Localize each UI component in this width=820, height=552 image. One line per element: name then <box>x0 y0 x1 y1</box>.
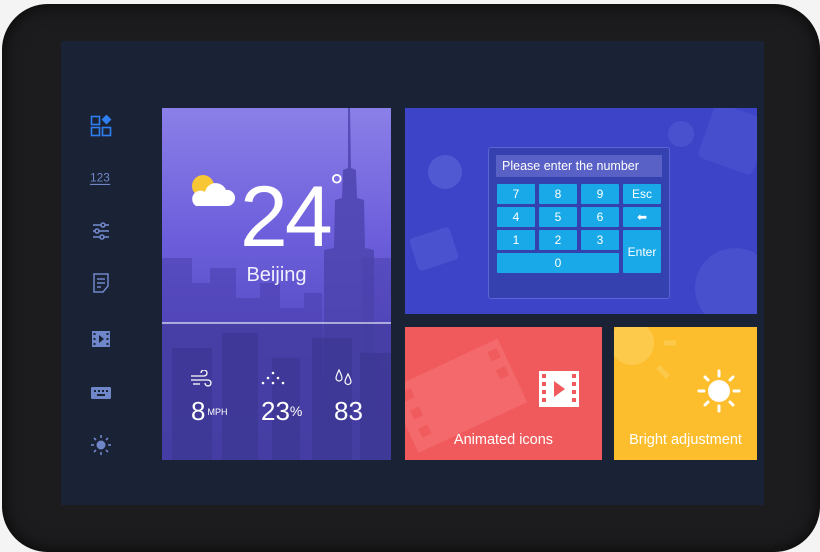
keyboard-icon[interactable] <box>90 382 112 404</box>
wind-icon <box>191 370 212 387</box>
humidity-icon <box>261 371 285 385</box>
sliders-icon[interactable] <box>90 220 112 242</box>
brightness-icon[interactable] <box>90 434 112 456</box>
key-4[interactable]: 4 <box>497 207 535 227</box>
key-7[interactable]: 7 <box>497 184 535 204</box>
key-0[interactable]: 0 <box>497 253 619 273</box>
humidity-stat: 23% <box>261 398 302 424</box>
number-keypad: Please enter the number 7 8 9 Esc 4 5 6 … <box>488 147 670 299</box>
weather-tile[interactable]: 24 ° Beijing 8 MPH 23% 83 <box>162 108 391 460</box>
city-name: Beijing <box>246 264 307 286</box>
number-input[interactable]: Please enter the number <box>496 155 662 177</box>
partly-cloudy-icon <box>192 175 236 206</box>
animated-icons-tile[interactable]: Animated icons <box>405 327 602 460</box>
key-9[interactable]: 9 <box>581 184 619 204</box>
key-5[interactable]: 5 <box>539 207 577 227</box>
bright-adjustment-tile[interactable]: Bright adjustment <box>614 327 757 460</box>
sun-icon <box>697 369 741 413</box>
animated-icons-label: Animated icons <box>453 432 554 448</box>
raindrops-icon <box>335 368 352 386</box>
key-enter[interactable]: Enter <box>623 230 661 273</box>
degree-symbol: ° <box>330 168 344 206</box>
svg-text:123: 123 <box>90 171 110 185</box>
rain-value: 83 <box>334 396 363 426</box>
key-2[interactable]: 2 <box>539 230 577 250</box>
rain-stat: 83 <box>334 398 363 424</box>
apps-grid-icon[interactable] <box>90 115 112 137</box>
film-play-icon <box>539 371 579 407</box>
weather-divider <box>162 322 391 324</box>
film-icon[interactable] <box>90 328 112 350</box>
document-icon[interactable] <box>90 272 112 294</box>
wind-stat: 8 MPH <box>191 398 227 424</box>
temperature-value: 24 <box>240 169 333 265</box>
humidity-value: 23 <box>261 396 290 426</box>
key-backspace[interactable]: ⬅ <box>623 207 661 227</box>
bright-adjustment-label: Bright adjustment <box>629 432 742 448</box>
key-esc[interactable]: Esc <box>623 184 661 204</box>
key-1[interactable]: 1 <box>497 230 535 250</box>
key-3[interactable]: 3 <box>581 230 619 250</box>
wind-value: 8 <box>191 396 206 426</box>
key-8[interactable]: 8 <box>539 184 577 204</box>
numbers-123-icon[interactable]: 123 <box>90 167 112 189</box>
wind-unit: MPH <box>207 407 228 417</box>
humidity-unit: % <box>289 403 303 419</box>
key-6[interactable]: 6 <box>581 207 619 227</box>
keypad-tile: Please enter the number 7 8 9 Esc 4 5 6 … <box>405 108 757 314</box>
